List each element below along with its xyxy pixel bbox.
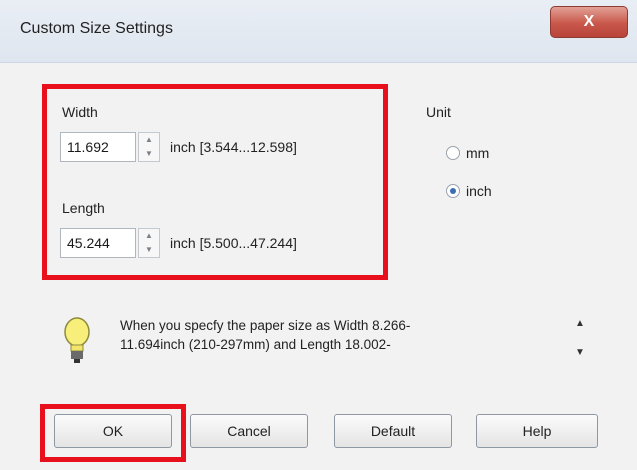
ok-button[interactable]: OK xyxy=(54,414,172,448)
length-input[interactable]: 45.244 xyxy=(60,228,136,258)
message-scroller[interactable]: ▲ ▼ xyxy=(570,318,590,362)
default-button[interactable]: Default xyxy=(334,414,452,448)
title-bar: Custom Size Settings X xyxy=(0,0,637,63)
width-label: Width xyxy=(62,104,98,120)
scroll-down-icon[interactable]: ▼ xyxy=(570,347,590,358)
cancel-button[interactable]: Cancel xyxy=(190,414,308,448)
unit-inch-label[interactable]: inch xyxy=(466,183,492,199)
spin-up-icon[interactable]: ▲ xyxy=(139,229,159,243)
length-range: inch [5.500...47.244] xyxy=(170,235,297,251)
length-spinner[interactable]: ▲ ▼ xyxy=(138,228,160,258)
info-line-2: 11.694inch (210-297mm) and Length 18.002… xyxy=(120,337,391,352)
spin-down-icon[interactable]: ▼ xyxy=(139,147,159,161)
close-button[interactable]: X xyxy=(550,6,628,38)
info-line-1: When you specfy the paper size as Width … xyxy=(120,318,411,333)
spin-down-icon[interactable]: ▼ xyxy=(139,243,159,257)
length-value: 45.244 xyxy=(67,235,110,251)
spin-up-icon[interactable]: ▲ xyxy=(139,133,159,147)
info-message: When you specfy the paper size as Width … xyxy=(120,316,410,354)
lightbulb-icon xyxy=(64,317,90,363)
unit-inch-radio[interactable] xyxy=(446,184,460,198)
width-value: 11.692 xyxy=(67,139,109,155)
width-range: inch [3.544...12.598] xyxy=(170,139,297,155)
length-label: Length xyxy=(62,200,105,216)
window-title: Custom Size Settings xyxy=(20,20,173,37)
scroll-up-icon[interactable]: ▲ xyxy=(570,318,590,329)
width-input[interactable]: 11.692 xyxy=(60,132,136,162)
width-spinner[interactable]: ▲ ▼ xyxy=(138,132,160,162)
unit-label: Unit xyxy=(426,104,451,120)
custom-size-dialog: Custom Size Settings X Width 11.692 ▲ ▼ … xyxy=(0,0,637,470)
unit-mm-radio[interactable] xyxy=(446,146,460,160)
help-button[interactable]: Help xyxy=(476,414,598,448)
unit-mm-label[interactable]: mm xyxy=(466,145,489,161)
